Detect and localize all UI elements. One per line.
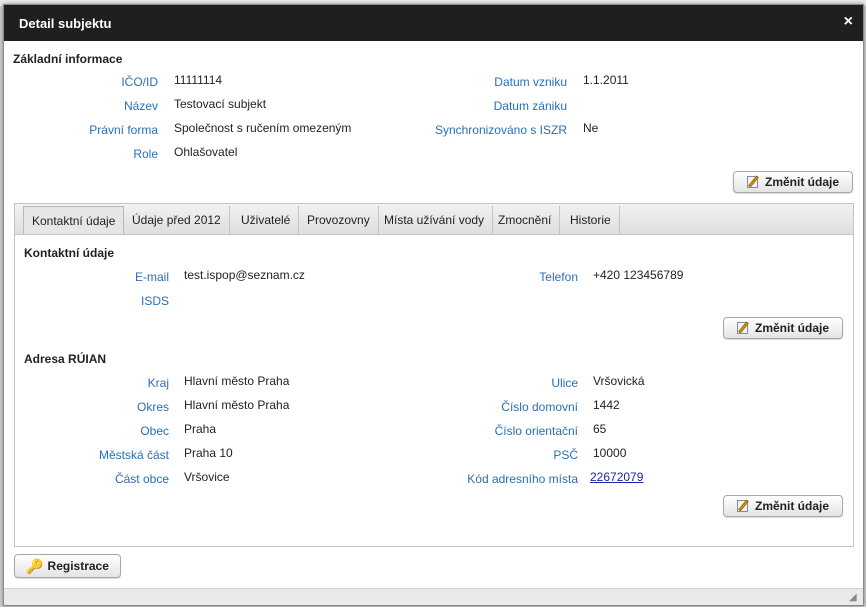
close-icon[interactable]: × (844, 13, 853, 31)
tab-contact[interactable]: Kontaktní údaje (23, 206, 125, 234)
street-label: Ulice (551, 376, 578, 390)
ico-value: 11111114 (174, 73, 223, 87)
district-value: Hlavní město Praha (184, 398, 290, 412)
sync-value: Ne (583, 121, 599, 135)
role-value: Ohlašovatel (174, 145, 238, 159)
edit-basic-button[interactable]: Změnit údaje (733, 171, 853, 193)
house-number-label: Číslo domovní (501, 400, 578, 414)
isds-label: ISDS (140, 294, 169, 308)
registration-button[interactable]: 🔑 Registrace (14, 554, 121, 578)
created-date-value: 1.1.2011 (583, 73, 629, 87)
district-label: Okres (136, 400, 169, 414)
orientation-number-label: Číslo orientační (494, 424, 578, 438)
dialog-footer: ◢ (4, 588, 863, 605)
tab-water-use[interactable]: Místa užívání vody (376, 206, 494, 234)
street-value: Vršovická (593, 374, 645, 388)
city-part-label: Městská část (98, 448, 169, 462)
orientation-number-value: 65 (593, 422, 607, 436)
contact-section-title: Kontaktní údaje (24, 246, 115, 260)
dialog-titlebar: Detail subjektu × (4, 5, 863, 41)
name-label: Název (123, 99, 158, 113)
city-part-value: Praha 10 (184, 446, 233, 460)
key-icon: 🔑 (26, 557, 44, 574)
legal-form-label: Právní forma (89, 123, 158, 137)
tab-users[interactable]: Uživatelé (233, 206, 300, 234)
name-value: Testovací subjekt (174, 97, 267, 111)
ended-date-label: Datum zániku (493, 99, 567, 113)
town-label: Obec (140, 424, 169, 438)
town-part-value: Vršovice (184, 470, 230, 484)
region-label: Kraj (147, 376, 169, 390)
edit-icon (746, 175, 761, 189)
legal-form-value: Společnost s ručením omezeným (174, 121, 352, 135)
registration-button-label: Registrace (47, 559, 109, 573)
tab-bar: Kontaktní údaje Údaje před 2012 Uživatel… (15, 204, 853, 235)
edit-icon (736, 321, 751, 335)
address-code-value: 22672079 (590, 470, 643, 484)
edit-address-button-label: Změnit údaje (754, 499, 829, 513)
tab-panel: Kontaktní údaje Údaje před 2012 Uživatel… (14, 203, 854, 547)
email-value: test.ispop@seznam.cz (184, 268, 305, 282)
subject-detail-dialog: Detail subjektu × Základní informace IČO… (3, 4, 864, 606)
tab-premises[interactable]: Provozovny (299, 206, 379, 234)
address-code-link[interactable]: 22672079 (590, 470, 643, 484)
phone-value: +420 123456789 (593, 268, 684, 282)
edit-contact-button[interactable]: Změnit údaje (723, 317, 843, 339)
tab-authorization[interactable]: Zmocnění (490, 206, 561, 234)
phone-label: Telefon (539, 270, 578, 284)
tab-before-2012[interactable]: Údaje před 2012 (124, 206, 230, 234)
address-code-label: Kód adresního místa (467, 472, 578, 486)
zip-label: PSČ (553, 448, 578, 462)
created-date-label: Datum vzniku (494, 75, 567, 89)
email-label: E-mail (134, 270, 169, 284)
edit-icon (736, 499, 751, 513)
town-part-label: Část obce (114, 472, 169, 486)
region-value: Hlavní město Praha (184, 374, 290, 388)
sync-label: Synchronizováno s ISZR (434, 123, 567, 137)
edit-address-button[interactable]: Změnit údaje (723, 495, 843, 517)
dialog-title: Detail subjektu (19, 16, 112, 31)
tab-history[interactable]: Historie (562, 206, 620, 234)
role-label: Role (133, 147, 158, 161)
resize-grip-icon[interactable]: ◢ (849, 593, 859, 603)
zip-value: 10000 (593, 446, 627, 460)
basic-info-title: Základní informace (13, 52, 123, 66)
town-value: Praha (184, 422, 217, 436)
ico-label: IČO/ID (121, 75, 158, 89)
house-number-value: 1442 (593, 398, 620, 412)
edit-basic-button-label: Změnit údaje (764, 175, 839, 189)
address-section-title: Adresa RÚIAN (24, 352, 107, 366)
edit-contact-button-label: Změnit údaje (754, 321, 829, 335)
